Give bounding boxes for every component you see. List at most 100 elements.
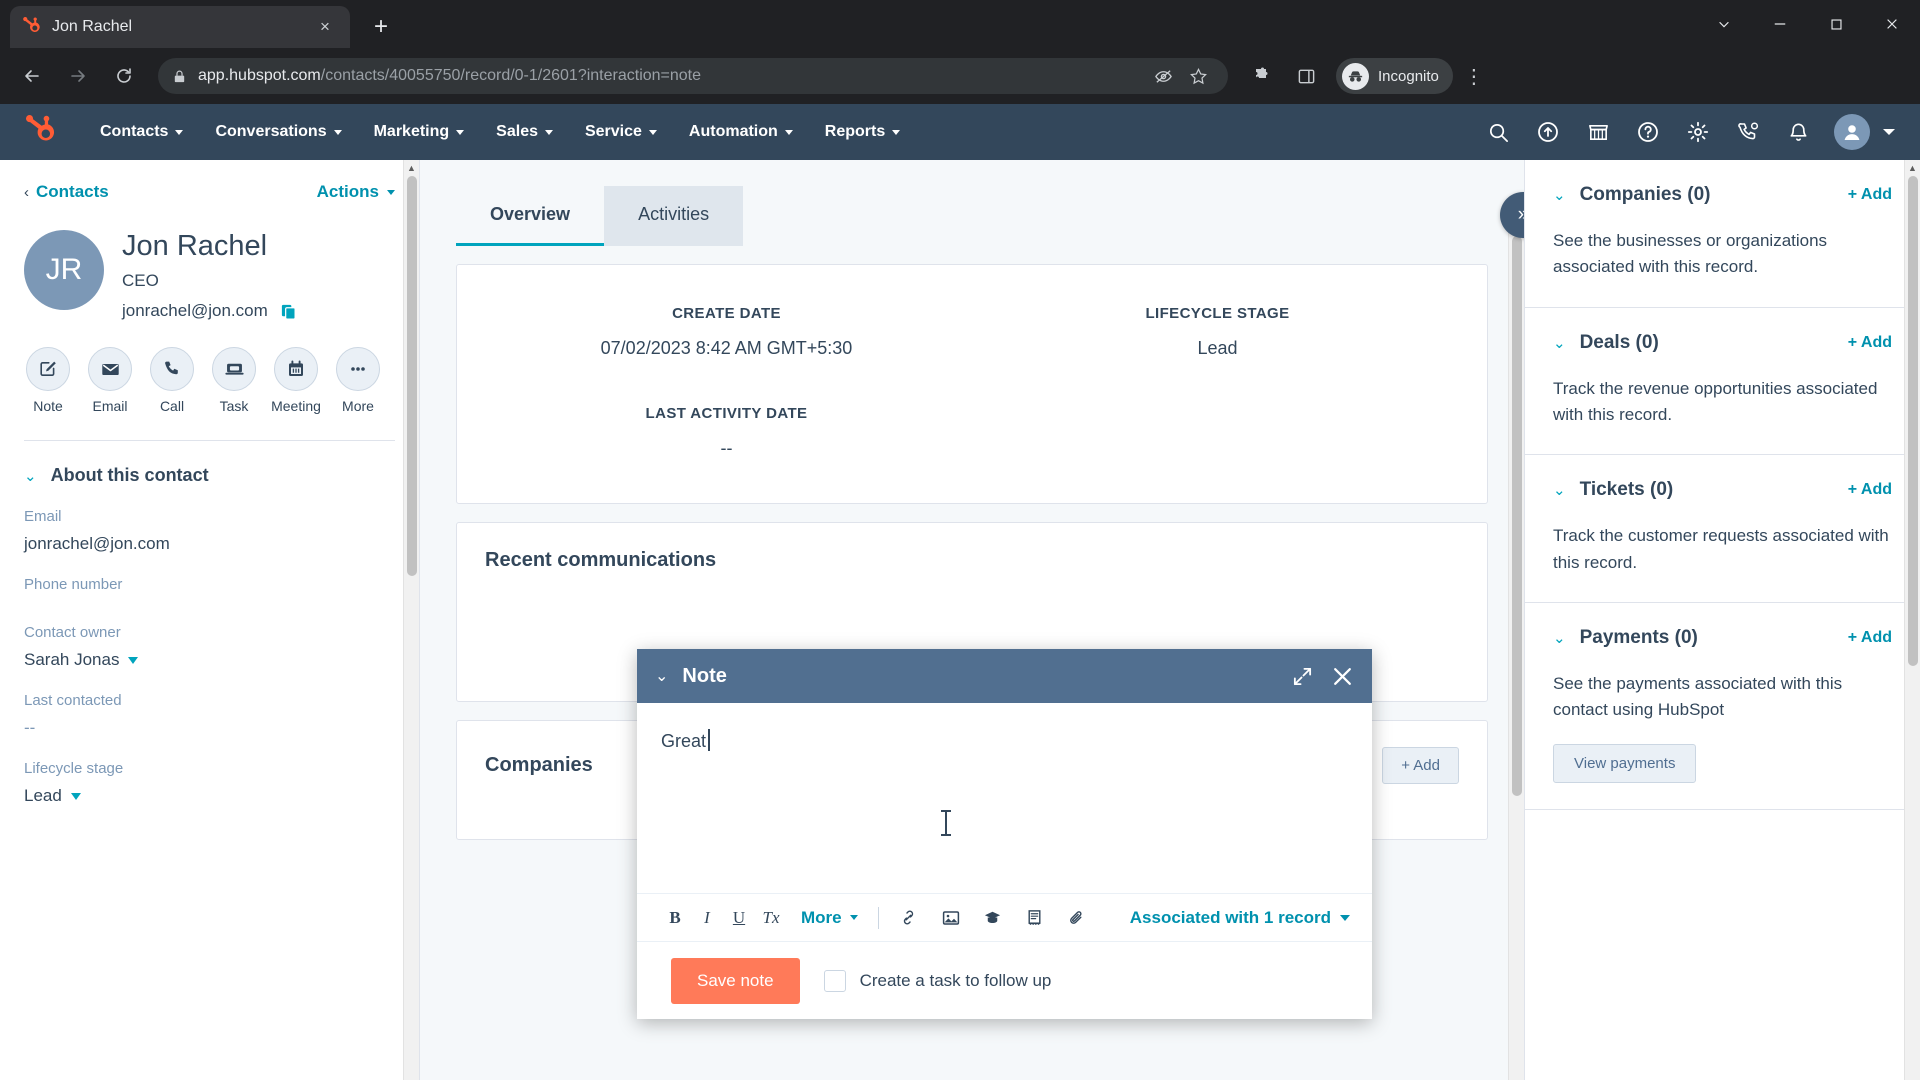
- companies-section: ⌄ Companies (0) + Add See the businesses…: [1525, 160, 1920, 308]
- nav-item-marketing[interactable]: Marketing: [358, 104, 481, 160]
- associations-sidebar: ⌄ Companies (0) + Add See the businesses…: [1524, 160, 1920, 1080]
- incognito-profile-button[interactable]: Incognito: [1336, 58, 1453, 94]
- envelope-icon: [88, 347, 132, 392]
- bold-button[interactable]: B: [659, 902, 691, 934]
- quick-action-meeting[interactable]: Meeting: [271, 347, 321, 414]
- scrollbar-thumb[interactable]: [1512, 236, 1522, 796]
- more-formatting-dropdown[interactable]: More: [795, 908, 864, 928]
- property-value-row[interactable]: Lead: [24, 786, 395, 806]
- chevron-down-icon[interactable]: ⌄: [655, 666, 668, 686]
- window-close-icon[interactable]: [1864, 0, 1920, 48]
- chevron-down-icon[interactable]: ⌄: [1553, 629, 1566, 647]
- tab-close-icon[interactable]: ×: [312, 14, 338, 40]
- italic-button[interactable]: I: [691, 902, 723, 934]
- scroll-up-icon[interactable]: ▲: [1905, 160, 1920, 176]
- scrollbar-thumb[interactable]: [407, 176, 417, 576]
- back-icon[interactable]: [12, 56, 52, 96]
- tab-activities[interactable]: Activities: [604, 186, 744, 246]
- marketplace-icon[interactable]: [1576, 110, 1620, 154]
- quick-action-task[interactable]: Task: [212, 347, 256, 414]
- property-value[interactable]: jonrachel@jon.com: [24, 534, 395, 554]
- nav-item-label: Automation: [688, 123, 778, 140]
- property-phone: Phone number: [24, 576, 395, 602]
- close-icon[interactable]: [1331, 665, 1354, 688]
- bookmark-star-icon[interactable]: [1183, 67, 1214, 86]
- attachment-icon[interactable]: [1061, 902, 1093, 934]
- browser-menu-icon[interactable]: ⋮: [1457, 64, 1491, 89]
- quick-action-more[interactable]: More: [336, 347, 380, 414]
- add-company-link[interactable]: + Add: [1848, 186, 1892, 204]
- actions-dropdown[interactable]: Actions: [317, 182, 395, 202]
- side-panel-icon[interactable]: [1286, 56, 1326, 96]
- nav-item-reports[interactable]: Reports: [809, 104, 916, 160]
- link-icon[interactable]: [893, 902, 925, 934]
- section-title: Tickets (0): [1579, 479, 1674, 501]
- note-association-dropdown[interactable]: Associated with 1 record: [1130, 908, 1350, 928]
- knowledge-article-icon[interactable]: [977, 902, 1009, 934]
- quick-action-note[interactable]: Note: [26, 347, 70, 414]
- upgrade-icon[interactable]: [1526, 110, 1570, 154]
- nav-item-service[interactable]: Service: [569, 104, 673, 160]
- new-tab-button[interactable]: +: [364, 10, 398, 44]
- nav-item-automation[interactable]: Automation: [673, 104, 809, 160]
- save-note-button[interactable]: Save note: [671, 957, 800, 1004]
- account-chevron-icon[interactable]: [1876, 110, 1902, 154]
- quick-action-call[interactable]: Call: [150, 347, 194, 414]
- nav-item-contacts[interactable]: Contacts: [84, 104, 199, 160]
- add-deal-link[interactable]: + Add: [1848, 334, 1892, 352]
- create-followup-task-row[interactable]: Create a task to follow up: [823, 969, 1051, 992]
- add-ticket-link[interactable]: + Add: [1848, 481, 1892, 499]
- chevron-down-icon[interactable]: ⌄: [1553, 481, 1566, 499]
- scroll-up-icon[interactable]: ▲: [404, 160, 419, 176]
- chevron-down-icon[interactable]: ⌄: [1553, 186, 1566, 204]
- address-bar-text: app.hubspot.com/contacts/40055750/record…: [198, 67, 702, 84]
- nav-item-label: Reports: [824, 123, 886, 140]
- property-value[interactable]: --: [24, 718, 395, 738]
- add-company-button[interactable]: + Add: [1382, 747, 1459, 784]
- about-contact-title: About this contact: [50, 465, 209, 486]
- image-icon[interactable]: [935, 902, 967, 934]
- browser-tab[interactable]: Jon Rachel ×: [10, 6, 350, 48]
- cookie-blocked-icon[interactable]: [1148, 67, 1179, 86]
- contact-email[interactable]: jonrachel@jon.com: [122, 301, 268, 321]
- sidebar-scrollbar[interactable]: ▲ ▼: [403, 160, 419, 1080]
- underline-button[interactable]: U: [723, 902, 755, 934]
- tab-overview[interactable]: Overview: [456, 186, 605, 246]
- toolbar-divider: [877, 906, 879, 929]
- user-avatar[interactable]: [1834, 114, 1870, 150]
- calling-icon[interactable]: [1726, 110, 1770, 154]
- create-followup-task-checkbox[interactable]: [823, 969, 846, 992]
- note-dialog-header[interactable]: ⌄ Note: [637, 649, 1372, 703]
- address-bar[interactable]: app.hubspot.com/contacts/40055750/record…: [158, 58, 1228, 94]
- hubspot-logo-icon[interactable]: [18, 115, 64, 149]
- clear-formatting-button[interactable]: Tx: [755, 902, 787, 934]
- breadcrumb-contacts[interactable]: ‹ Contacts: [24, 182, 109, 202]
- nav-item-label: Service: [584, 123, 642, 140]
- tab-search-chevron-icon[interactable]: [1696, 0, 1752, 48]
- note-editor[interactable]: Great: [637, 703, 1372, 893]
- notifications-bell-icon[interactable]: [1776, 110, 1820, 154]
- nav-item-sales[interactable]: Sales: [480, 104, 569, 160]
- window-maximize-icon[interactable]: [1808, 0, 1864, 48]
- copy-icon[interactable]: [280, 303, 297, 320]
- quick-action-email[interactable]: Email: [88, 347, 132, 414]
- window-minimize-icon[interactable]: [1752, 0, 1808, 48]
- main-panel-scrollbar[interactable]: ▲ ▼: [1508, 220, 1524, 1080]
- expand-icon[interactable]: [1292, 666, 1313, 687]
- extensions-icon[interactable]: [1242, 56, 1282, 96]
- nav-item-conversations[interactable]: Conversations: [199, 104, 357, 160]
- property-value-row[interactable]: Sarah Jonas: [24, 650, 395, 670]
- reload-icon[interactable]: [104, 56, 144, 96]
- help-icon[interactable]: [1626, 110, 1670, 154]
- about-contact-header[interactable]: ⌄ About this contact: [24, 465, 395, 486]
- associations-scrollbar[interactable]: ▲ ▼: [1904, 160, 1920, 1080]
- template-document-icon[interactable]: [1019, 902, 1051, 934]
- view-payments-button[interactable]: View payments: [1553, 743, 1697, 783]
- chevron-down-icon[interactable]: ⌄: [1553, 334, 1566, 352]
- add-payment-link[interactable]: + Add: [1848, 629, 1892, 647]
- scrollbar-thumb[interactable]: [1908, 176, 1918, 666]
- search-icon[interactable]: [1476, 110, 1520, 154]
- nav-item-label: Conversations: [215, 123, 327, 140]
- note-dialog-title: Note: [682, 664, 727, 687]
- settings-gear-icon[interactable]: [1676, 110, 1720, 154]
